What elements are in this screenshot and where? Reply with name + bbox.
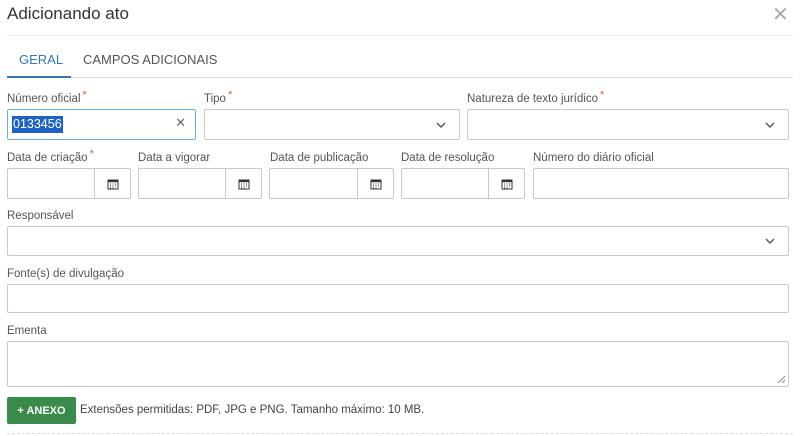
data-vigorar-input[interactable] bbox=[138, 168, 262, 199]
calendar-icon bbox=[370, 179, 381, 189]
required-mark: * bbox=[600, 89, 605, 101]
chevron-down-icon bbox=[436, 122, 446, 128]
calendar-button[interactable] bbox=[94, 169, 130, 198]
numero-oficial-value: 0133456 bbox=[12, 116, 63, 133]
header-divider bbox=[7, 35, 793, 36]
modal-title: Adicionando ato bbox=[7, 4, 129, 23]
numero-diario-input[interactable] bbox=[533, 168, 789, 199]
data-vigorar-label: Data a vigorar bbox=[138, 152, 211, 164]
data-criacao-input[interactable] bbox=[7, 168, 131, 199]
calendar-icon bbox=[238, 179, 249, 189]
clear-icon[interactable]: ✕ bbox=[175, 115, 186, 131]
numero-diario-label: Número do diário oficial bbox=[533, 152, 654, 164]
chevron-down-icon bbox=[765, 122, 775, 128]
natureza-label: Natureza de texto jurídico * bbox=[467, 89, 605, 105]
fontes-input[interactable] bbox=[7, 284, 789, 313]
calendar-button[interactable] bbox=[225, 169, 261, 198]
numero-oficial-input[interactable]: 0133456 ✕ bbox=[7, 109, 196, 140]
calendar-icon bbox=[107, 179, 118, 189]
attachment-note: Extensões permitidas: PDF, JPG e PNG. Ta… bbox=[80, 404, 425, 416]
data-publicacao-label: Data de publicação bbox=[270, 152, 369, 164]
resize-handle-icon[interactable] bbox=[777, 375, 786, 384]
tipo-select[interactable] bbox=[204, 109, 460, 140]
calendar-icon bbox=[501, 179, 512, 189]
data-resolucao-input[interactable] bbox=[401, 168, 525, 199]
required-mark: * bbox=[227, 89, 233, 101]
responsavel-label: Responsável bbox=[7, 210, 74, 222]
required-mark: * bbox=[89, 148, 94, 160]
data-publicacao-input[interactable] bbox=[269, 168, 394, 199]
required-mark: * bbox=[82, 89, 87, 101]
natureza-select[interactable] bbox=[467, 109, 789, 140]
calendar-button[interactable] bbox=[357, 169, 393, 198]
calendar-button[interactable] bbox=[488, 169, 524, 198]
numero-oficial-label: Número oficial * bbox=[7, 89, 87, 105]
add-attachment-button[interactable]: + ANEXO bbox=[7, 397, 76, 424]
fontes-label: Fonte(s) de divulgação bbox=[7, 268, 124, 280]
chevron-down-icon bbox=[765, 238, 775, 244]
close-icon[interactable]: ✕ bbox=[772, 5, 789, 25]
ementa-label: Ementa bbox=[7, 325, 47, 337]
responsavel-select[interactable] bbox=[7, 226, 789, 256]
tabs-divider bbox=[7, 77, 793, 78]
ementa-textarea[interactable] bbox=[7, 341, 789, 387]
data-resolucao-label: Data de resolução bbox=[401, 152, 495, 164]
active-tab-indicator bbox=[7, 76, 71, 78]
data-criacao-label: Data de criação * bbox=[7, 148, 94, 164]
tab-campos-adicionais[interactable]: CAMPOS ADICIONAIS bbox=[83, 52, 217, 67]
footer-divider bbox=[7, 433, 793, 434]
tab-geral[interactable]: GERAL bbox=[19, 52, 63, 67]
tipo-label: Tipo * bbox=[204, 89, 233, 105]
